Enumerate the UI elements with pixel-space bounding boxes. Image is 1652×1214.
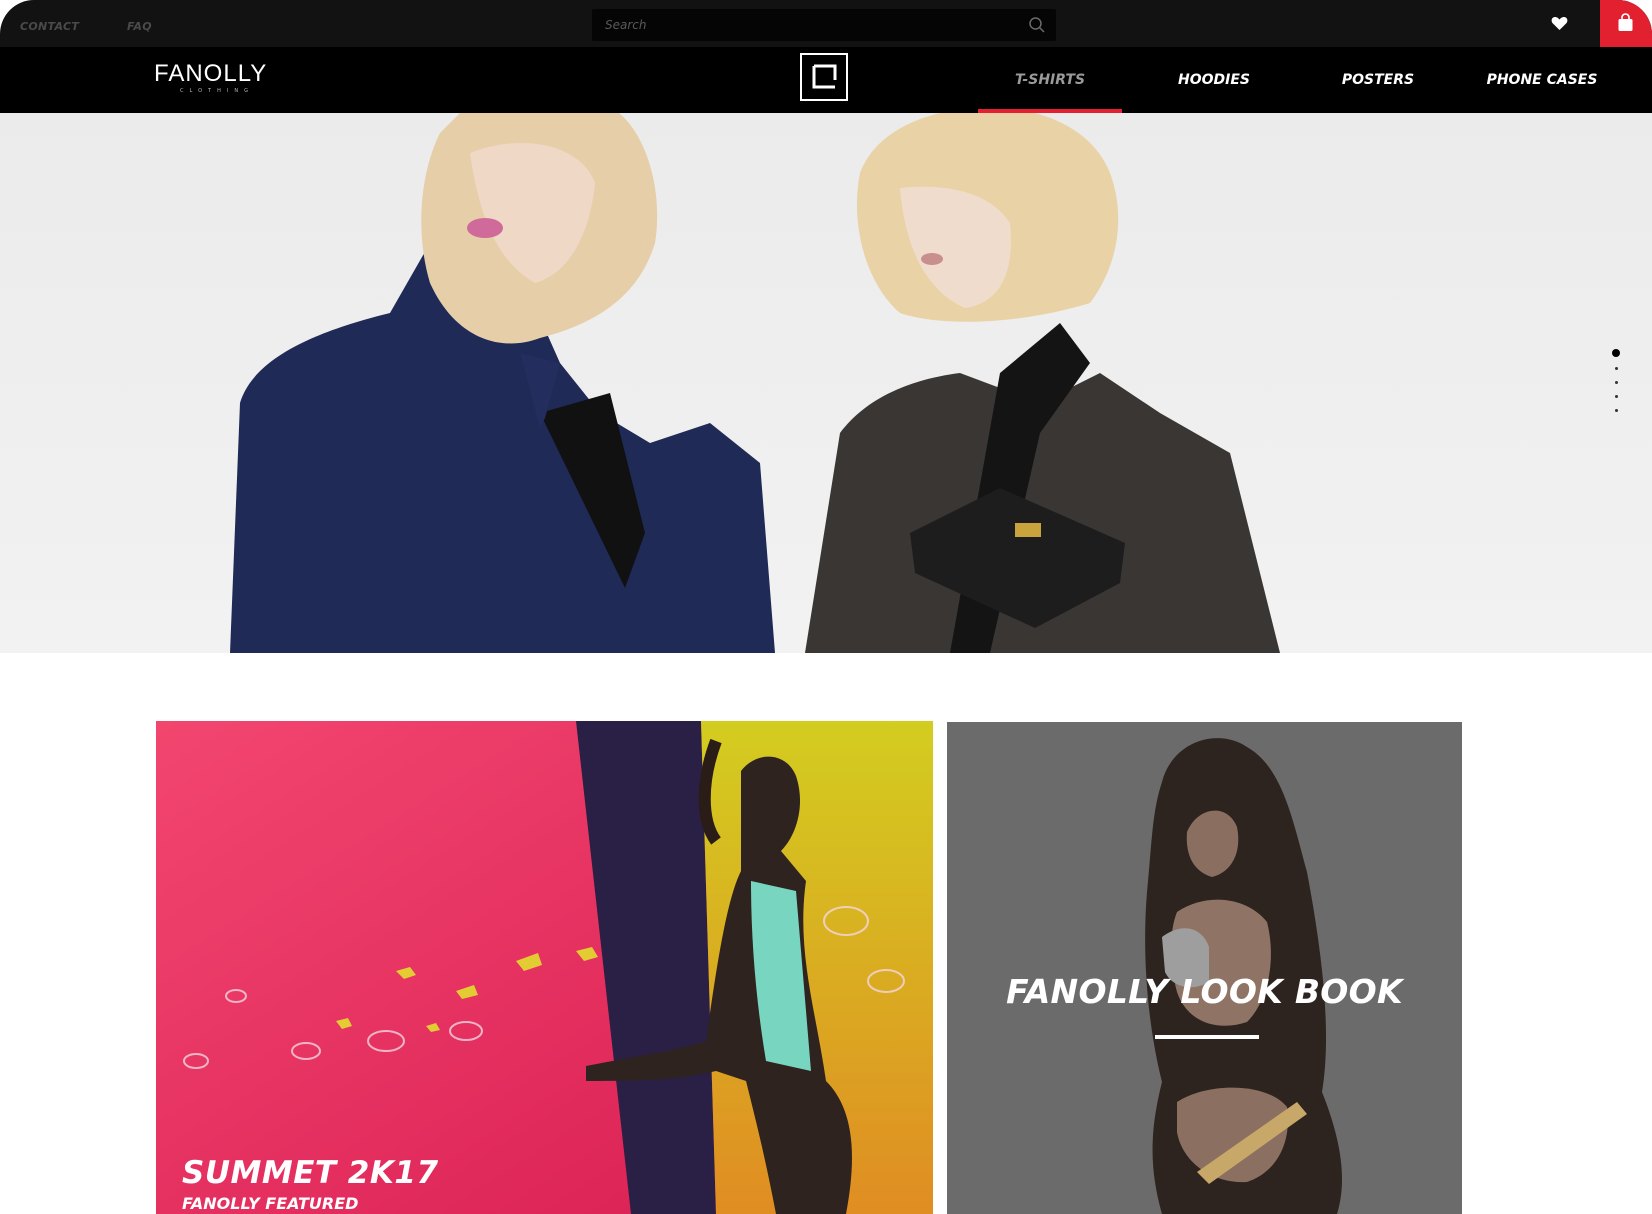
main-navigation: FANOLLY CLOTHING T-SHIRTS HOODIES POSTER… — [0, 47, 1652, 113]
brand-name: FANOLLY — [154, 60, 268, 87]
nav-item-label: HOODIES — [1178, 72, 1250, 88]
summer-feature-card[interactable]: SUMMET 2K17 FANOLLY FEATURED — [156, 721, 933, 1214]
nav-item-label: POSTERS — [1341, 72, 1415, 88]
lookbook-card-title: FANOLLY LOOK BOOK — [1006, 972, 1403, 1011]
nav-item-label: T-SHIRTS — [1014, 72, 1086, 88]
faq-link[interactable]: FAQ — [127, 20, 152, 33]
nav-item-posters[interactable]: POSTERS — [1306, 47, 1450, 113]
lookbook-divider — [1155, 1035, 1259, 1039]
contact-link[interactable]: CONTACT — [20, 20, 79, 33]
lookbook-card-image — [947, 722, 1462, 1214]
utility-bar: CONTACT FAQ — [0, 0, 1652, 47]
cart-button[interactable] — [1600, 0, 1652, 47]
hero-banner[interactable] — [0, 113, 1652, 653]
search-box — [592, 9, 1056, 41]
slider-dot[interactable] — [1614, 367, 1618, 370]
slider-dot[interactable] — [1612, 349, 1620, 357]
heart-icon[interactable] — [1551, 16, 1568, 31]
slider-dot[interactable] — [1614, 409, 1618, 412]
search-icon[interactable] — [1028, 16, 1046, 34]
nav-item-hoodies[interactable]: HOODIES — [1142, 47, 1286, 113]
brand-tagline: CLOTHING — [180, 88, 254, 94]
summer-card-image — [156, 721, 933, 1214]
search-input[interactable] — [592, 9, 1022, 41]
nav-item-t-shirts[interactable]: T-SHIRTS — [978, 47, 1122, 113]
bag-icon — [1618, 13, 1633, 31]
square-l-logo-icon — [812, 64, 837, 89]
slider-dot[interactable] — [1614, 381, 1618, 384]
center-logo[interactable] — [800, 53, 848, 101]
nav-item-label: PHONE CASES — [1486, 72, 1598, 88]
nav-item-phone-cases[interactable]: PHONE CASES — [1470, 47, 1614, 113]
summer-card-title: SUMMET 2K17 — [182, 1155, 439, 1191]
hero-image — [230, 113, 1280, 653]
page-frame: CONTACT FAQ FANOLLY CLOTHING — [0, 0, 1652, 1214]
slider-dot[interactable] — [1614, 395, 1618, 398]
lookbook-card[interactable]: FANOLLY LOOK BOOK — [947, 722, 1462, 1214]
summer-card-subtitle: FANOLLY FEATURED — [182, 1194, 359, 1213]
brand-logo[interactable]: FANOLLY CLOTHING — [154, 61, 284, 95]
slider-dots — [1610, 349, 1622, 423]
